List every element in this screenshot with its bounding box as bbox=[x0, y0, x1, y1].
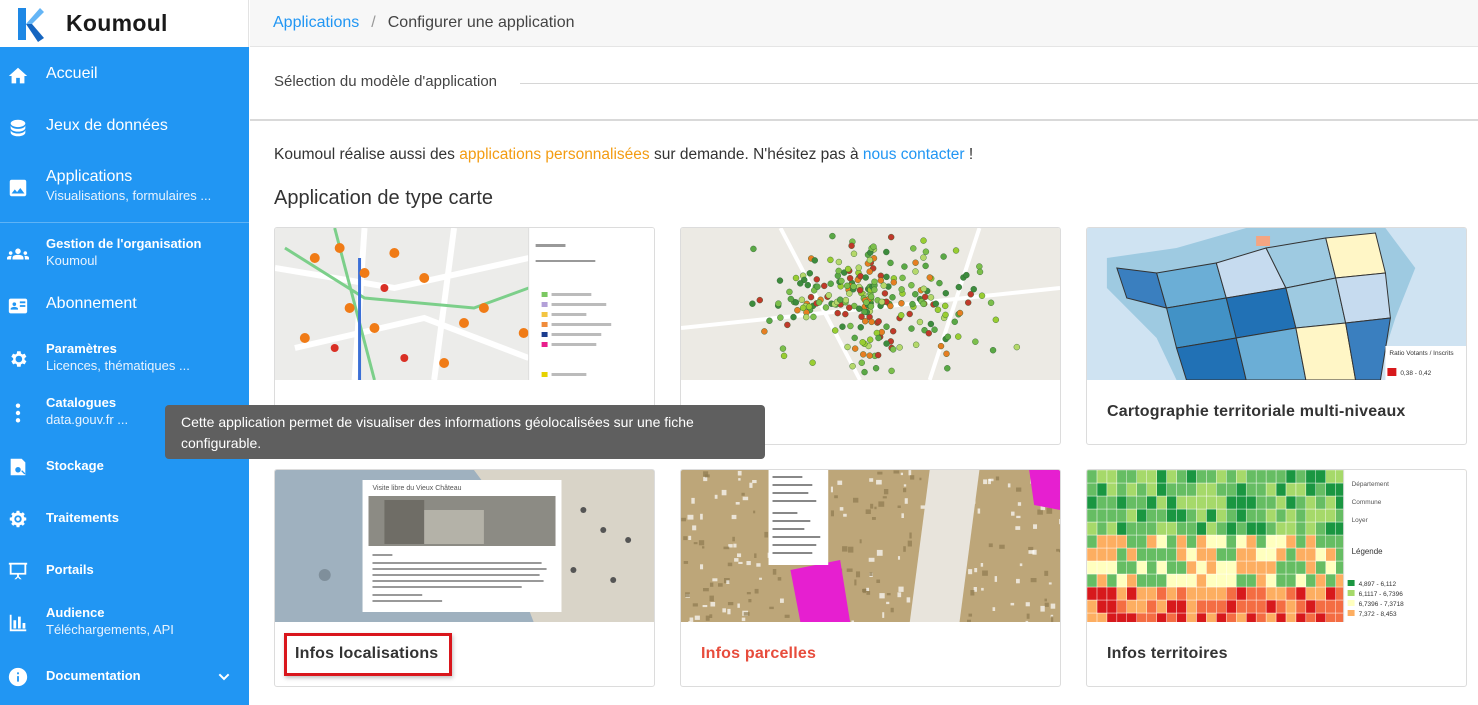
koumoul-logo-icon bbox=[18, 7, 44, 42]
home-icon bbox=[7, 65, 29, 87]
section-divider-line bbox=[520, 83, 1478, 84]
brand[interactable]: Koumoul bbox=[0, 0, 249, 47]
legend-row: 6,7396 - 7,3718 bbox=[1359, 601, 1405, 608]
sidebar-item-label: Applications bbox=[46, 168, 133, 185]
info-loyer: Loyer bbox=[1352, 517, 1369, 524]
sidebar: Accueil Jeux de données Applications Vis… bbox=[0, 47, 249, 705]
legend-row: 4,897 - 6,112 bbox=[1359, 581, 1397, 588]
sidebar-item-parametres[interactable]: Paramètres Licences, thématiques ... bbox=[0, 337, 249, 379]
app-card-infos-territoires[interactable]: Département Commune Loyer Légende 4,897 … bbox=[1086, 469, 1467, 687]
presentation-icon bbox=[7, 560, 29, 582]
sidebar-item-organisation[interactable]: Gestion de l'organisation Koumoul bbox=[0, 232, 249, 274]
contact-link[interactable]: nous contacter bbox=[863, 146, 965, 163]
card-title: Infos territoires bbox=[1107, 645, 1228, 662]
legend-title: Légende bbox=[1352, 547, 1384, 556]
dots-vertical-icon bbox=[7, 402, 29, 424]
section-title: Sélection du modèle d'application bbox=[274, 73, 506, 90]
sidebar-item-audience[interactable]: Audience Téléchargements, API bbox=[0, 601, 249, 643]
storage-icon bbox=[7, 456, 29, 478]
card-title: Cartographie territoriale multi-niveaux bbox=[1107, 403, 1406, 420]
app-card-infos-parcelles[interactable]: Infos parcelles bbox=[680, 469, 1061, 687]
info-icon bbox=[7, 666, 29, 688]
app-card-cartographie-territoriale[interactable]: Ratio Votants / Inscrits 0,38 - 0,42 Car… bbox=[1086, 227, 1467, 445]
intro-text-part: ! bbox=[964, 146, 974, 163]
gear-icon bbox=[7, 348, 29, 370]
breadcrumb-link-applications[interactable]: Applications bbox=[273, 14, 359, 32]
chart-bar-icon bbox=[7, 612, 29, 634]
breadcrumb-current: Configurer une application bbox=[387, 14, 575, 31]
sidebar-item-abonnement[interactable]: Abonnement bbox=[0, 287, 249, 323]
sidebar-item-subtitle: Licences, thématiques ... bbox=[46, 358, 190, 373]
card-thumbnail bbox=[275, 228, 654, 380]
image-icon bbox=[7, 177, 29, 199]
sidebar-item-label: Traitements bbox=[46, 510, 119, 525]
group-title: Application de type carte bbox=[274, 187, 494, 209]
breadcrumb-separator: / bbox=[371, 14, 376, 31]
sidebar-item-subtitle: Visualisations, formulaires ... bbox=[46, 188, 212, 203]
group-icon bbox=[7, 243, 29, 265]
chevron-down-icon[interactable] bbox=[216, 669, 232, 685]
breadcrumb: Applications / Configurer une applicatio… bbox=[250, 0, 1478, 47]
sidebar-item-label: Accueil bbox=[46, 65, 98, 82]
brand-name: Koumoul bbox=[66, 10, 168, 36]
database-icon bbox=[7, 117, 29, 139]
card-thumbnail bbox=[681, 470, 1060, 622]
card-thumbnail: Ratio Votants / Inscrits 0,38 - 0,42 bbox=[1087, 228, 1466, 380]
card-thumbnail: Visite libre du Vieux Château bbox=[275, 470, 654, 622]
legend-row: 6,1117 - 6,7396 bbox=[1359, 591, 1404, 598]
sidebar-item-applications[interactable]: Applications Visualisations, formulaires… bbox=[0, 162, 249, 212]
sidebar-item-label: Documentation bbox=[46, 668, 141, 683]
map-legend-value: 0,38 - 0,42 bbox=[1400, 370, 1431, 377]
app-root: Koumoul Applications / Configurer une ap… bbox=[0, 0, 1478, 705]
section-header: Sélection du modèle d'application bbox=[250, 47, 1478, 121]
popup-title: Visite libre du Vieux Château bbox=[372, 485, 461, 492]
card-icon bbox=[7, 295, 29, 317]
sidebar-item-label: Abonnement bbox=[46, 295, 137, 312]
intro-text-part: Koumoul réalise aussi des bbox=[274, 146, 460, 163]
sidebar-item-label: Gestion de l'organisation bbox=[46, 236, 202, 251]
info-department: Département bbox=[1352, 481, 1389, 488]
sidebar-item-label: Paramètres bbox=[46, 341, 117, 356]
intro-text-part: sur demande. N'hésitez pas à bbox=[649, 146, 863, 163]
sidebar-item-label: Jeux de données bbox=[46, 117, 168, 134]
sidebar-item-label: Audience bbox=[46, 605, 105, 620]
selection-highlight-box bbox=[284, 633, 452, 676]
sidebar-divider bbox=[0, 222, 249, 223]
map-legend-title: Ratio Votants / Inscrits bbox=[1389, 350, 1453, 357]
info-commune: Commune bbox=[1352, 499, 1382, 506]
card-thumbnail: Département Commune Loyer Légende 4,897 … bbox=[1087, 470, 1466, 622]
custom-apps-link[interactable]: applications personnalisées bbox=[459, 146, 649, 163]
sidebar-item-portails[interactable]: Portails bbox=[0, 553, 249, 589]
intro-text: Koumoul réalise aussi des applications p… bbox=[274, 146, 973, 164]
card-thumbnail bbox=[681, 228, 1060, 380]
card-title: Infos parcelles bbox=[701, 645, 817, 662]
sidebar-item-documentation[interactable]: Documentation bbox=[0, 659, 249, 695]
tooltip: Cette application permet de visualiser d… bbox=[165, 405, 765, 459]
sidebar-item-label: Portails bbox=[46, 562, 94, 577]
sidebar-item-subtitle: Téléchargements, API bbox=[46, 622, 174, 637]
sidebar-item-label: Stockage bbox=[46, 458, 104, 473]
sidebar-item-traitements[interactable]: Traitements bbox=[0, 501, 249, 537]
cog-icon bbox=[7, 508, 29, 530]
sidebar-item-subtitle: Koumoul bbox=[46, 253, 98, 268]
sidebar-item-accueil[interactable]: Accueil bbox=[0, 57, 249, 93]
sidebar-item-jeux-de-donnees[interactable]: Jeux de données bbox=[0, 109, 249, 145]
legend-row: 7,372 - 8,453 bbox=[1359, 611, 1397, 618]
